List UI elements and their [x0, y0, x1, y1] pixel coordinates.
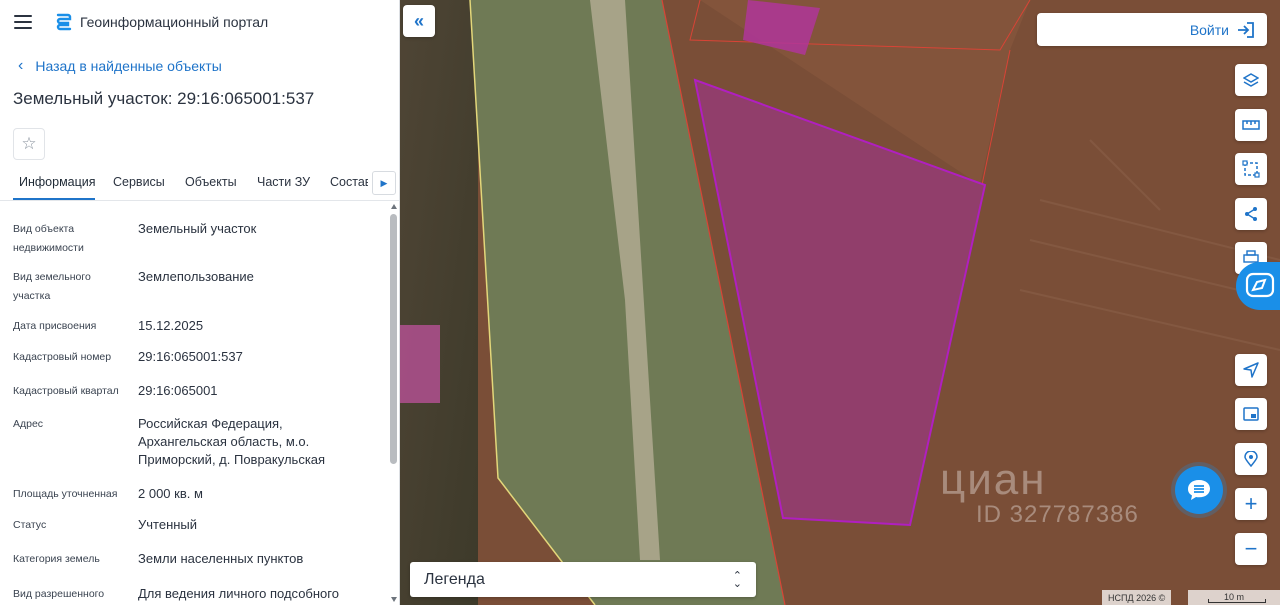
- share-icon: [1245, 207, 1257, 221]
- properties-list: Вид объекта недвижимости Земельный участ…: [0, 202, 388, 605]
- scale-bar-line: [1208, 599, 1266, 603]
- watermark-brand: циан: [940, 455, 1047, 504]
- listing-watermark: циан ID 327787386: [940, 455, 1139, 529]
- chevron-left-icon: ‹: [18, 57, 24, 74]
- ruler-button[interactable]: [1235, 109, 1267, 141]
- tab-composition[interactable]: Состав: [330, 175, 368, 189]
- property-value: 15.12.2025: [138, 318, 204, 333]
- map-view[interactable]: « Войти + − циан ID 327787386 Легенда ⌃ …: [400, 0, 1280, 605]
- zoom-out-button[interactable]: −: [1235, 533, 1267, 565]
- support-chat-tab[interactable]: [1236, 262, 1280, 310]
- layers-button[interactable]: [1235, 64, 1267, 96]
- scroll-thumb[interactable]: [390, 214, 397, 464]
- geolocation-button[interactable]: [1235, 354, 1267, 386]
- scroll-down-arrow-icon[interactable]: [391, 597, 397, 602]
- property-label: Дата присвоения: [13, 320, 97, 332]
- minimap-button[interactable]: [1235, 398, 1267, 430]
- tab-services[interactable]: Сервисы: [113, 175, 165, 189]
- object-title: Земельный участок: 29:16:065001:537: [13, 89, 315, 108]
- property-label: Вид земельного участка: [13, 271, 91, 302]
- star-icon: ☆: [21, 134, 37, 153]
- property-label: Площадь уточненная: [13, 488, 118, 500]
- property-value: 29:16:065001:537: [138, 349, 243, 364]
- favorite-button[interactable]: ☆: [13, 128, 45, 160]
- property-label: Категория земель: [13, 553, 100, 565]
- property-value: Землепользование: [138, 269, 254, 284]
- caret-right-icon: ▶: [380, 177, 388, 188]
- login-icon: [1238, 21, 1254, 38]
- plus-icon: +: [1244, 491, 1258, 516]
- tab-information[interactable]: Информация: [19, 175, 96, 189]
- collapse-panel-button[interactable]: «: [403, 5, 435, 37]
- satellite-imagery: [400, 0, 1280, 605]
- map-attribution: НСПД 2026 ©: [1102, 590, 1172, 605]
- property-label: Кадастровый квартал: [13, 385, 119, 397]
- info-panel: Геоинформационный портал ‹ Назад в найде…: [0, 0, 400, 605]
- watermark-id: ID 327787386: [976, 501, 1139, 528]
- double-chevron-left-icon: «: [413, 10, 424, 31]
- property-label: Адрес: [13, 418, 44, 430]
- property-label: Вид объекта недвижимости: [13, 223, 84, 254]
- address-value: Российская Федерация, Архангельская обла…: [138, 416, 326, 467]
- area-select-button[interactable]: [1235, 153, 1267, 185]
- scroll-up-arrow-icon[interactable]: [391, 204, 397, 209]
- zoom-in-button[interactable]: +: [1235, 488, 1267, 520]
- tab-bar: Информация Сервисы Объекты Части ЗУ Сост…: [0, 166, 399, 201]
- property-label: Статус: [13, 519, 47, 531]
- scale-bar: 10 m: [1188, 590, 1280, 605]
- property-value: Для ведения личного подсобного: [138, 586, 339, 601]
- portal-logo-icon: [54, 13, 72, 31]
- tabs-scroll-right-button[interactable]: ▶: [372, 171, 396, 195]
- chevron-up-down-icon: ⌃ ⌄: [732, 569, 742, 590]
- legend-selector[interactable]: Легенда ⌃ ⌄: [410, 562, 756, 597]
- back-link-label: Назад в найденные объекты: [35, 58, 222, 74]
- ruler-icon: [1242, 120, 1260, 130]
- property-value: Земли населенных пунктов: [138, 551, 304, 566]
- layers-icon: [1243, 73, 1259, 87]
- location-pin-icon: [1244, 451, 1258, 467]
- area-select-icon: [1242, 160, 1260, 178]
- app-title: Геоинформационный портал: [80, 14, 269, 30]
- chat-bubble-icon: [1188, 480, 1210, 500]
- panel-scrollbar[interactable]: [389, 202, 399, 605]
- property-label: Кадастровый номер: [13, 351, 112, 363]
- property-value: Земельный участок: [138, 221, 257, 236]
- active-tab-indicator: [13, 198, 95, 200]
- chat-button[interactable]: [1175, 466, 1223, 514]
- back-link[interactable]: ‹ Назад в найденные объекты: [0, 44, 399, 88]
- legend-label: Легенда: [424, 570, 485, 588]
- tab-strip: Информация Сервисы Объекты Части ЗУ Сост…: [0, 166, 368, 200]
- top-bar: Геоинформационный портал: [0, 0, 399, 44]
- location-search-button[interactable]: [1235, 443, 1267, 475]
- login-button[interactable]: Войти: [1037, 13, 1267, 46]
- property-label: Вид разрешенного: [13, 588, 105, 600]
- menu-icon[interactable]: [14, 15, 32, 29]
- property-value: 2 000 кв. м: [138, 486, 203, 501]
- share-button[interactable]: [1235, 198, 1267, 230]
- tab-objects[interactable]: Объекты: [185, 175, 237, 189]
- minus-icon: −: [1244, 536, 1258, 561]
- chat-document-icon: [1245, 272, 1275, 298]
- picture-in-picture-icon: [1243, 407, 1259, 421]
- login-label: Войти: [1189, 21, 1229, 38]
- property-value: Учтенный: [138, 517, 198, 532]
- tab-parts[interactable]: Части ЗУ: [257, 175, 310, 189]
- navigation-arrow-icon: [1243, 362, 1259, 378]
- property-value: 29:16:065001: [138, 383, 218, 398]
